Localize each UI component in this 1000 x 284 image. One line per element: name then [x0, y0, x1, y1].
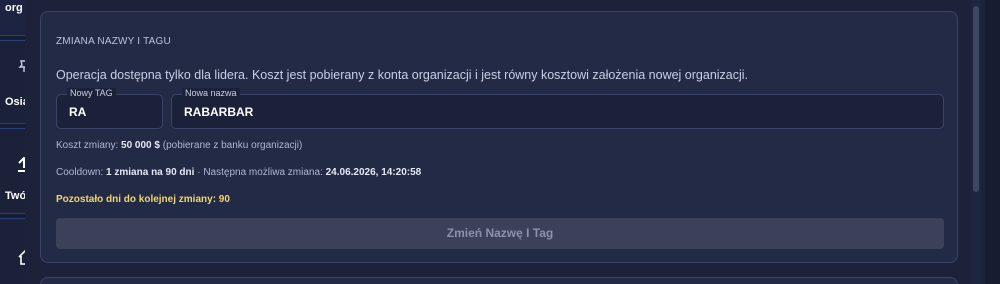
cooldown-info: Cooldown: 1 zmiana na 90 dni · Następna …: [56, 167, 421, 178]
cooldown-separator: ·: [197, 167, 201, 178]
cost-amount: 50 000 $: [121, 140, 160, 151]
next-card: [40, 277, 958, 284]
scrollbar-thumb[interactable]: [973, 6, 979, 192]
sidebar-item-label: Twó: [5, 190, 27, 202]
section-description: Operacja dostępna tylko dla lidera. Kosz…: [56, 68, 749, 82]
rename-card: ZMIANA NAZWY I TAGU Operacja dostępna ty…: [40, 11, 958, 263]
next-change-prefix: Następna możliwa zmiana:: [203, 167, 323, 178]
name-input[interactable]: [184, 105, 840, 119]
next-change-value: 24.06.2026, 14:20:58: [325, 167, 422, 178]
section-title: ZMIANA NAZWY I TAGU: [56, 36, 171, 47]
tag-input[interactable]: [69, 105, 159, 119]
app-root: org Osia Twó ZMIANA NAZWY I TAGU Operacj…: [0, 0, 1000, 284]
cooldown-prefix: Cooldown:: [56, 167, 104, 178]
name-field-label: Nowa nazwa: [182, 88, 240, 98]
cost-suffix: (pobierane z banku organizacji): [162, 140, 303, 151]
right-edge-panel: [985, 0, 1000, 284]
sidebar-item-label: org: [5, 2, 23, 14]
tag-field[interactable]: Nowy TAG: [56, 88, 163, 129]
cost-prefix: Koszt zmiany:: [56, 140, 119, 151]
tag-field-label: Nowy TAG: [67, 88, 116, 98]
scrollbar[interactable]: [971, 0, 981, 284]
name-field[interactable]: Nowa nazwa: [171, 88, 944, 129]
remaining-days: Pozostało dni do kolejnej zmiany: 90: [56, 194, 230, 205]
cost-info: Koszt zmiany: 50 000 $ (pobierane z bank…: [56, 140, 302, 151]
rename-submit-button[interactable]: Zmień Nazwę I Tag: [56, 218, 944, 249]
cooldown-value: 1 zmiana na 90 dni: [106, 167, 195, 178]
